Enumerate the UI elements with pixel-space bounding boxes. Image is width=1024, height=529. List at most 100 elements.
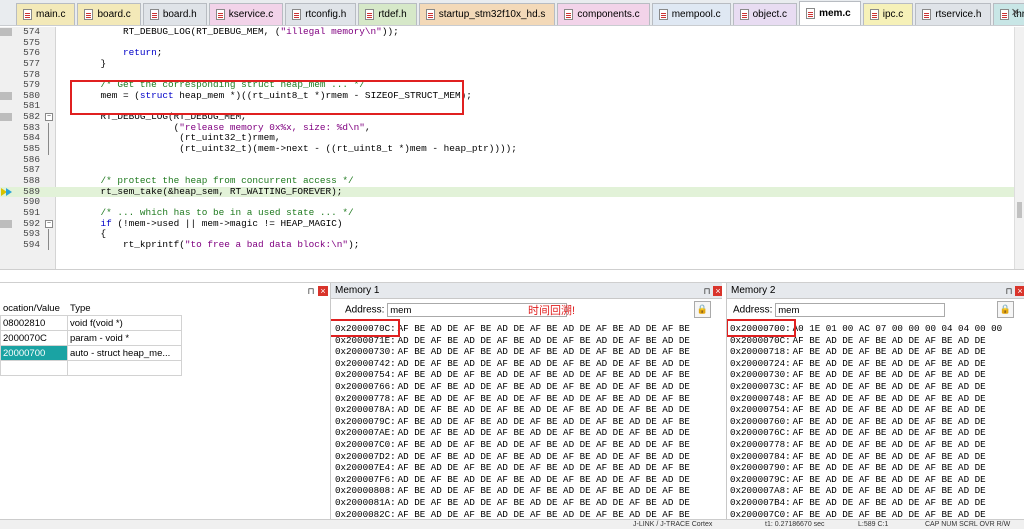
memory-row[interactable]: 0x200007C0: AF BE AD DE AF BE AD DE AF BE… [335,439,690,451]
memory-row[interactable]: 0x2000079C: AF BE AD DE AF BE AD DE AF BE… [730,474,1002,486]
memory-row[interactable]: 0x2000076C: AF BE AD DE AF BE AD DE AF BE… [730,427,1002,439]
memory-address: 0x200007F6: [335,473,396,485]
memory-bytes: AD DE AF BE AD DE AF BE AD DE AF BE AD D… [397,404,690,416]
tab-kservice-c[interactable]: kservice.c [208,3,284,25]
column-type: Type [66,300,183,316]
call-stack-row[interactable]: 20000700 auto - struct heap_me... [0,345,183,361]
memory-row[interactable]: 0x20000808: AF BE AD DE AF BE AD DE AF BE… [335,485,690,497]
memory-row[interactable]: 0x20000730: AF BE AD DE AF BE AD DE AF BE… [335,346,690,358]
memory-bytes: AF BE AD DE AF BE AD DE AF BE AD DE AF B… [397,392,690,404]
memory-row[interactable]: 0x20000766: AD DE AF BE AD DE AF BE AD DE… [335,381,690,393]
pin-icon[interactable]: ⊓ [306,286,316,296]
memory-row[interactable]: 0x2000081A: AD DE AF BE AD DE AF BE AD DE… [335,497,690,509]
close-panel-icon[interactable]: × [713,286,722,296]
code-line[interactable]: 586 [0,154,1024,166]
memory-row[interactable]: 0x20000784: AF BE AD DE AF BE AD DE AF BE… [730,451,1002,463]
editor-vertical-scrollbar[interactable] [1014,27,1024,269]
code-text: if (!mem->used || mem->magic != HEAP_MAG… [100,217,343,229]
memory-1-rows: 0x2000070C: AF BE AD DE AF BE AD DE AF BE… [335,323,690,520]
tab-mem-c[interactable]: mem.c [799,1,861,25]
location-value-cell: 20000700 [0,345,68,361]
fold-toggle-icon[interactable]: − [45,113,53,122]
memory-address: 0x20000718: [730,346,791,358]
memory-address: 0x20000724: [730,357,791,369]
code-text: rt_kprintf("to free a bad data block:\n"… [78,238,360,250]
memory-bytes: AF BE AD DE AF BE AD DE AF BE AD DE [792,404,986,416]
tab-components-c[interactable]: components.c [557,3,650,25]
memory-row[interactable]: 0x20000730: AF BE AD DE AF BE AD DE AF BE… [730,369,1002,381]
memory-bytes: AF BE AD DE AF BE AD DE AF BE AD DE [792,485,986,497]
panel-splitter[interactable] [0,269,1024,283]
code-line[interactable]: 591 /* ... which has to be in a used sta… [0,207,1024,219]
highlight-box-address [331,319,400,337]
memory-bytes: AD DE AF BE AD DE AF BE AD DE AF BE AD D… [397,473,690,485]
memory-row[interactable]: 0x20000754: AF BE AD DE AF BE AD DE AF BE… [730,404,1002,416]
tab-object-c[interactable]: object.c [732,3,798,25]
code-line[interactable]: 594 rt_kprintf("to free a bad data block… [0,238,1024,251]
memory-row[interactable]: 0x2000073C: AF BE AD DE AF BE AD DE AF BE… [730,381,1002,393]
tab-rtconfig-h[interactable]: rtconfig.h [285,3,357,25]
tab-board-h[interactable]: board.h [142,3,207,25]
pin-icon[interactable]: ⊓ [702,286,712,296]
call-stack-row[interactable] [0,360,183,376]
memory-address: 0x200007AE: [335,427,396,439]
tab-label: rtconfig.h [305,9,347,20]
tab-label: rtservice.h [935,9,982,20]
tab-ipc-c[interactable]: ipc.c [862,3,914,25]
call-stack-row[interactable]: 2000070C param - void * [0,330,183,346]
scrollbar-thumb[interactable] [1017,202,1022,218]
pin-icon[interactable]: ⊓ [1004,286,1014,296]
fold-toggle-icon[interactable]: − [45,219,53,228]
memory-row[interactable]: 0x2000079C: AF BE AD DE AF BE AD DE AF BE… [335,416,690,428]
memory-row[interactable]: 0x200007D2: AD DE AF BE AD DE AF BE AD DE… [335,451,690,463]
memory-row[interactable]: 0x20000718: AF BE AD DE AF BE AD DE AF BE… [730,346,1002,358]
memory-address: 0x20000730: [730,369,791,381]
close-panel-icon[interactable]: × [1015,286,1024,296]
code-line[interactable]: 574 RT_DEBUG_LOG(RT_DEBUG_MEM, ("illegal… [0,27,1024,38]
close-panel-icon[interactable]: × [318,286,328,296]
memory-row[interactable]: 0x20000790: AF BE AD DE AF BE AD DE AF BE… [730,462,1002,474]
call-stack-row[interactable]: 08002810 void f(void *) [0,315,183,331]
tab-mempool-c[interactable]: mempool.c [651,3,731,25]
memory-row[interactable]: 0x200007E4: AF BE AD DE AF BE AD DE AF BE… [335,462,690,474]
code-line[interactable]: 576 return; [0,47,1024,59]
memory-row[interactable]: 0x20000748: AF BE AD DE AF BE AD DE AF BE… [730,393,1002,405]
tab-board-c[interactable]: board.c [77,3,141,25]
code-line[interactable]: 585 (rt_uint32_t)(mem->next - ((rt_uint8… [0,143,1024,155]
memory-row[interactable]: 0x20000760: AF BE AD DE AF BE AD DE AF BE… [730,416,1002,428]
close-icon[interactable]: ✕ [1011,6,1020,19]
code-line[interactable]: 592− if (!mem->used || mem->magic != HEA… [0,217,1024,230]
code-line[interactable]: 589 rt_sem_take(&heap_sem, RT_WAITING_FO… [0,186,1024,198]
memory-bytes: A0 1E 01 00 AC 07 00 00 00 04 04 00 00 [792,323,1003,334]
lock-icon[interactable]: 🔒 [997,301,1014,318]
tab-startup-stm32f10x-hd-s[interactable]: startup_stm32f10x_hd.s [418,3,556,25]
memory-row[interactable]: 0x200007B4: AF BE AD DE AF BE AD DE AF BE… [730,497,1002,509]
tab-rtdef-h[interactable]: rtdef.h [358,3,417,25]
file-icon [1000,9,1010,20]
tab-rtservice-h[interactable]: rtservice.h [915,3,992,25]
memory-row[interactable]: 0x200007A8: AF BE AD DE AF BE AD DE AF BE… [730,485,1002,497]
memory-row[interactable]: 0x2000078A: AD DE AF BE AD DE AF BE AD DE… [335,404,690,416]
memory-row[interactable]: 0x200007AE: AD DE AF BE AD DE AF BE AD DE… [335,427,690,439]
lock-icon[interactable]: 🔒 [694,301,711,318]
location-value-cell: 2000070C [0,330,68,346]
memory-row[interactable]: 0x20000754: AF BE AD DE AF BE AD DE AF BE… [335,369,690,381]
memory-row[interactable]: 0x20000724: AF BE AD DE AF BE AD DE AF BE… [730,358,1002,370]
file-icon [23,9,32,20]
memory-2-address-input[interactable] [775,303,946,317]
tab-label: ipc.c [882,9,904,20]
code-line[interactable]: 588 /* protect the heap from concurrent … [0,175,1024,187]
tab-label: board.c [97,9,131,20]
file-icon [215,9,225,20]
memory-bytes: AF BE AD DE AF BE AD DE AF BE AD DE AF B… [397,346,690,358]
memory-row[interactable]: 0x20000742: AD DE AF BE AD DE AF BE AD DE… [335,358,690,370]
memory-bytes: AD DE AF BE AD DE AF BE AD DE AF BE AD D… [397,357,690,369]
tab-main-c[interactable]: main.c [16,3,76,25]
code-line[interactable]: 577 } [0,58,1024,70]
memory-bytes: AF BE AD DE AF BE AD DE AF BE AD DE [792,392,986,404]
memory-row[interactable]: 0x20000778: AF BE AD DE AF BE AD DE AF BE… [730,439,1002,451]
memory-row[interactable]: 0x20000778: AF BE AD DE AF BE AD DE AF BE… [335,393,690,405]
tab-label: board.h [162,9,197,20]
memory-row[interactable]: 0x200007F6: AD DE AF BE AD DE AF BE AD DE… [335,474,690,486]
code-editor[interactable]: 574 RT_DEBUG_LOG(RT_DEBUG_MEM, ("illegal… [0,27,1024,269]
